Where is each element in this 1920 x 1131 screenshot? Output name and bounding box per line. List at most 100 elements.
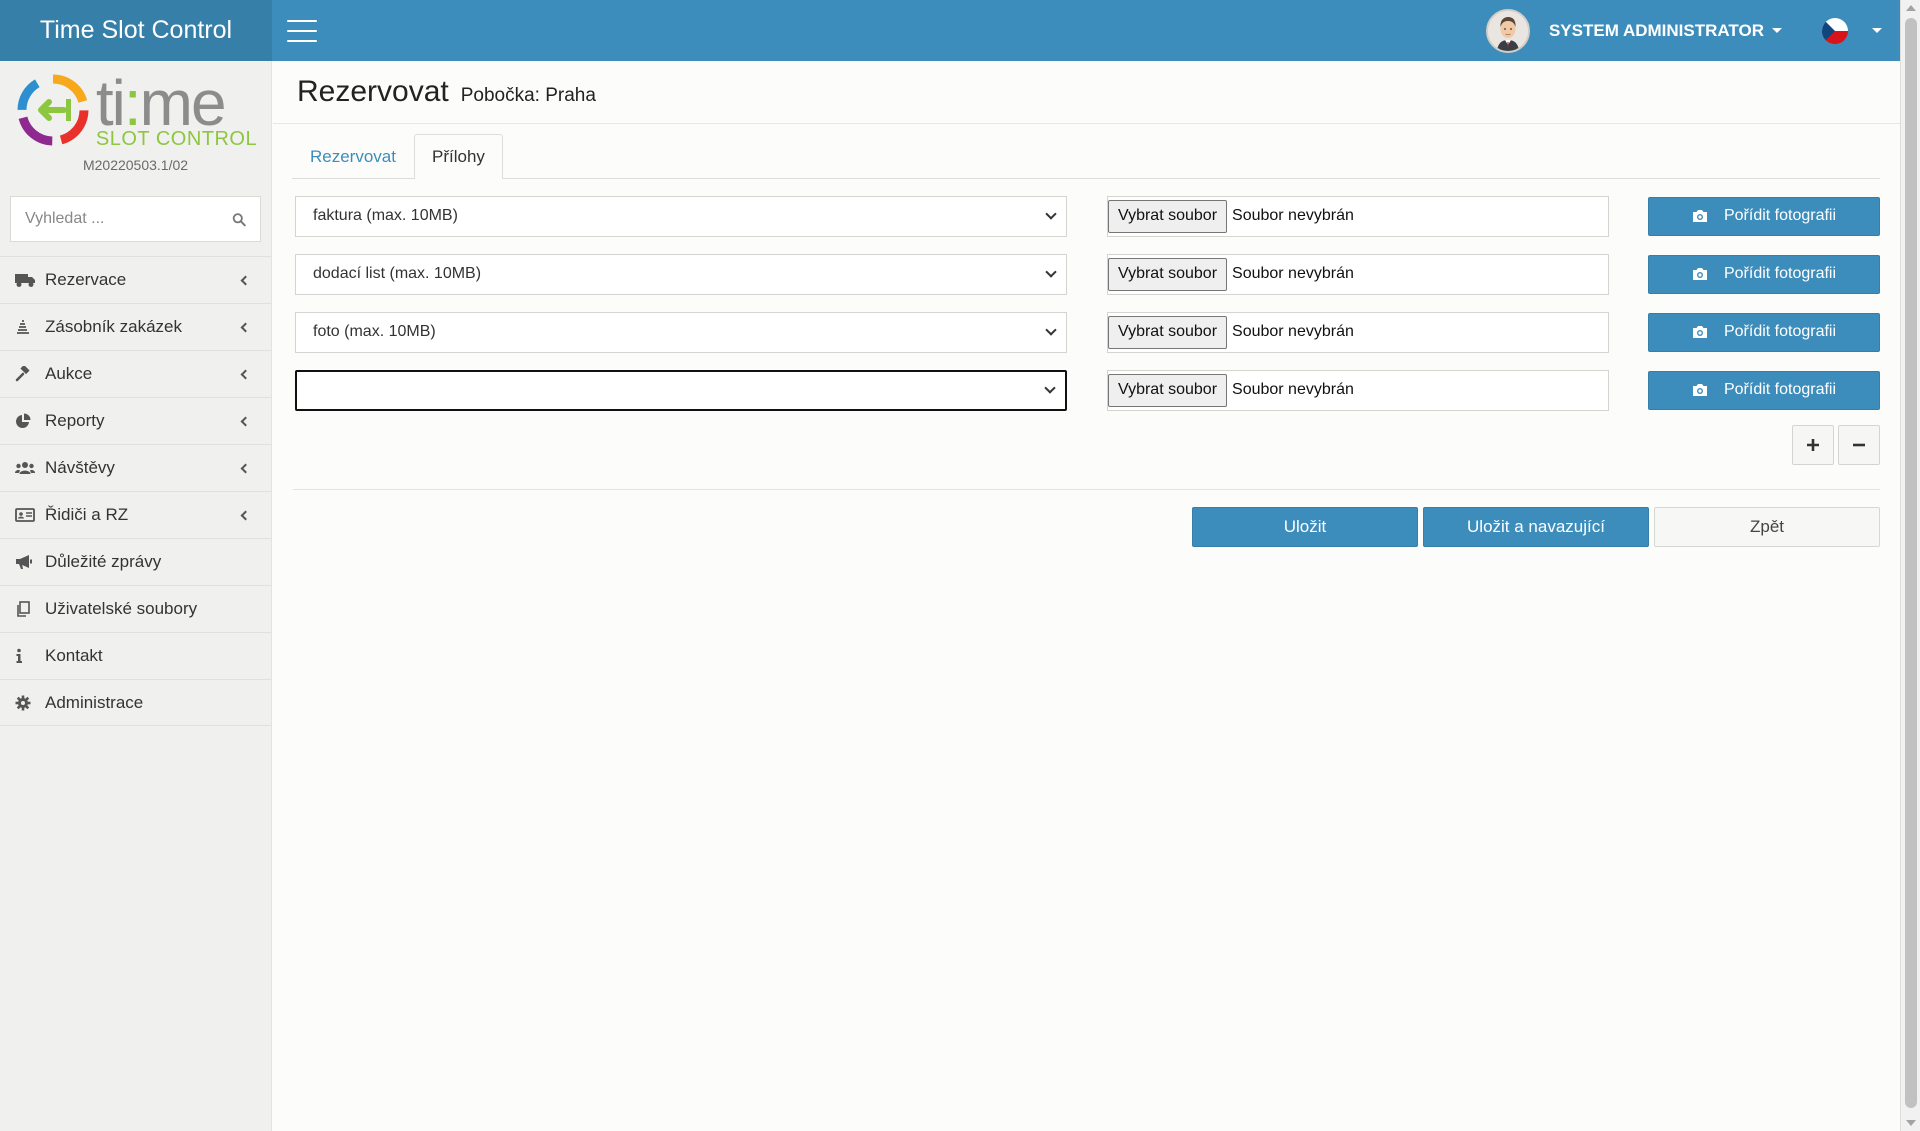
page-scrollbar[interactable]	[1900, 0, 1920, 1131]
app-version: M20220503.1/02	[82, 157, 189, 173]
choose-file-button[interactable]: Vybrat soubor	[1108, 315, 1228, 349]
user-menu[interactable]: SYSTEM ADMINISTRATOR	[1485, 8, 1782, 53]
sidebar-item-soubory[interactable]: Uživatelské soubory	[0, 585, 271, 632]
sidebar-item-zasobnik[interactable]: Zásobník zakázek	[0, 303, 271, 350]
attachment-row: Vybrat soubor Soubor nevybrán Pořídit fo…	[295, 369, 1880, 411]
choose-file-button[interactable]: Vybrat soubor	[1108, 373, 1228, 407]
bullhorn-icon	[15, 554, 45, 570]
sidebar-item-navstevy[interactable]: Návštěvy	[0, 444, 271, 491]
take-photo-button[interactable]: Pořídit fotografii	[1648, 196, 1880, 236]
scroll-thumb[interactable]	[1905, 18, 1917, 1108]
sidebar-item-rezervace[interactable]: Rezervace	[0, 256, 271, 303]
czech-flag-icon	[1822, 17, 1848, 44]
tab-prilohy[interactable]: Přílohy	[413, 134, 503, 179]
remove-row-button[interactable]	[1838, 425, 1880, 465]
save-continue-button[interactable]: Uložit a navazující	[1423, 507, 1649, 547]
attachment-type-select[interactable]: dodací list (max. 10MB)	[295, 253, 1067, 295]
attachment-rows: faktura (max. 10MB) Vybrat soubor Soubor…	[273, 179, 1900, 411]
scroll-down-icon[interactable]	[1906, 1120, 1916, 1126]
gear-icon	[15, 695, 45, 711]
take-photo-button[interactable]: Pořídit fotografii	[1648, 312, 1880, 352]
row-controls	[273, 425, 1900, 465]
sidebar-item-label: Řidiči a RZ	[45, 505, 129, 524]
users-icon	[15, 460, 45, 476]
file-status: Soubor nevybrán	[1232, 207, 1354, 224]
sidebar-search	[10, 196, 261, 242]
take-photo-button[interactable]: Pořídit fotografii	[1648, 254, 1880, 294]
save-button[interactable]: Uložit	[1192, 507, 1418, 547]
sidebar-item-aukce[interactable]: Aukce	[0, 350, 271, 397]
id-card-icon	[15, 507, 45, 523]
sidebar-item-label: Kontakt	[45, 646, 103, 665]
truck-icon	[15, 272, 45, 288]
files-icon	[15, 601, 45, 617]
camera-icon	[1692, 383, 1708, 397]
file-input: Vybrat soubor Soubor nevybrán	[1107, 253, 1609, 295]
attachment-type-select[interactable]: faktura (max. 10MB)	[295, 195, 1067, 237]
chevron-left-icon	[240, 369, 251, 379]
sidebar-item-label: Administrace	[45, 692, 144, 712]
search-icon[interactable]	[232, 211, 246, 228]
chevron-left-icon	[240, 322, 251, 332]
language-menu[interactable]	[1822, 17, 1882, 44]
chevron-left-icon	[240, 275, 251, 285]
sidebar-item-label: Zásobník zakázek	[45, 317, 183, 336]
stack-icon	[15, 319, 45, 335]
plus-icon	[1807, 439, 1819, 451]
page-title: Rezervovat	[297, 75, 449, 108]
top-navbar: Time Slot Control SYSTEM ADMINISTRATOR	[0, 0, 1900, 61]
app-title[interactable]: Time Slot Control	[0, 0, 272, 61]
sidebar-item-label: Návštěvy	[45, 458, 115, 477]
sidebar-item-reporty[interactable]: Reporty	[0, 397, 271, 444]
chevron-down-icon	[1045, 324, 1057, 336]
sidebar-item-ridici[interactable]: Řidiči a RZ	[0, 491, 271, 538]
attachment-row: dodací list (max. 10MB) Vybrat soubor So…	[295, 253, 1880, 295]
gavel-icon	[15, 366, 45, 382]
take-photo-label: Pořídit fotografii	[1723, 323, 1837, 340]
sidebar: ti:me SLOT CONTROL M20220503.1/02 Rezerv…	[0, 61, 272, 1131]
minus-icon	[1853, 443, 1865, 447]
user-name: SYSTEM ADMINISTRATOR	[1548, 20, 1764, 40]
caret-down-icon	[1772, 28, 1782, 33]
sidebar-item-administrace[interactable]: Administrace	[0, 679, 271, 726]
file-input: Vybrat soubor Soubor nevybrán	[1107, 369, 1609, 411]
page-subtitle: Pobočka: Praha	[460, 85, 596, 106]
take-photo-label: Pořídit fotografii	[1723, 265, 1837, 282]
scroll-up-icon[interactable]	[1906, 5, 1916, 11]
tab-bar: Rezervovat Přílohy	[292, 134, 1880, 179]
file-input: Vybrat soubor Soubor nevybrán	[1107, 195, 1609, 237]
attachment-type-value: dodací list (max. 10MB)	[313, 265, 482, 282]
logo: ti:me SLOT CONTROL M20220503.1/02	[0, 61, 271, 183]
attachment-row: faktura (max. 10MB) Vybrat soubor Soubor…	[295, 195, 1880, 237]
back-button[interactable]: Zpět	[1654, 507, 1880, 547]
logo-ring-icon	[17, 74, 89, 146]
logo-subtitle: SLOT CONTROL	[95, 128, 258, 150]
chevron-down-icon	[1044, 382, 1056, 394]
take-photo-button[interactable]: Pořídit fotografii	[1648, 370, 1880, 410]
choose-file-button[interactable]: Vybrat soubor	[1108, 199, 1228, 233]
caret-down-icon	[1872, 28, 1882, 33]
search-input[interactable]	[25, 210, 232, 228]
sidebar-item-zpravy[interactable]: Důležité zprávy	[0, 538, 271, 585]
attachment-type-select[interactable]: foto (max. 10MB)	[295, 311, 1067, 353]
attachment-type-value: foto (max. 10MB)	[313, 323, 436, 340]
attachment-type-value: faktura (max. 10MB)	[313, 207, 458, 224]
attachment-type-select[interactable]	[295, 369, 1067, 411]
info-icon	[15, 648, 45, 664]
file-status: Soubor nevybrán	[1232, 323, 1354, 340]
choose-file-button[interactable]: Vybrat soubor	[1108, 257, 1228, 291]
file-status: Soubor nevybrán	[1232, 381, 1354, 398]
camera-icon	[1692, 209, 1708, 223]
divider	[293, 489, 1880, 490]
chevron-left-icon	[240, 416, 251, 426]
take-photo-label: Pořídit fotografii	[1723, 207, 1837, 224]
tab-rezervovat[interactable]: Rezervovat	[292, 134, 414, 178]
menu-toggle-icon[interactable]	[287, 19, 317, 42]
chevron-left-icon	[240, 463, 251, 473]
sidebar-item-kontakt[interactable]: Kontakt	[0, 632, 271, 679]
sidebar-item-label: Aukce	[45, 364, 93, 383]
take-photo-label: Pořídit fotografii	[1723, 381, 1837, 398]
file-input: Vybrat soubor Soubor nevybrán	[1107, 311, 1609, 353]
add-row-button[interactable]	[1792, 425, 1834, 465]
attachment-row: foto (max. 10MB) Vybrat soubor Soubor ne…	[295, 311, 1880, 353]
